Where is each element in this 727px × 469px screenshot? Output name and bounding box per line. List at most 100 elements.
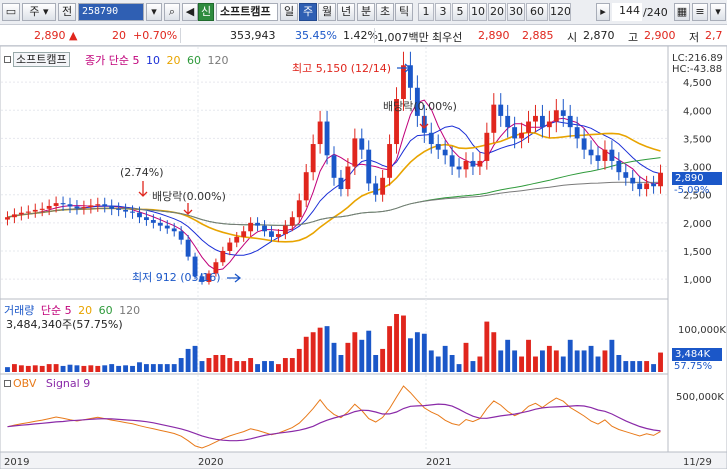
interval-10-button[interactable]: 10	[469, 3, 487, 21]
candle-body	[227, 242, 233, 251]
volume-bar	[442, 345, 448, 372]
ma-legend-20: 20	[166, 54, 181, 67]
interval-20-button[interactable]: 20	[488, 3, 506, 21]
volume-bar	[150, 364, 156, 372]
count-total: /240	[643, 6, 668, 19]
period-day-button[interactable]: 일	[280, 3, 298, 21]
candle-body	[519, 132, 525, 139]
volume-bar	[428, 350, 434, 372]
stock-chart[interactable]: 4,500 4,000 3,500 3,000 2,500 2,000 1,500 1,000…	[0, 46, 727, 469]
volume-bar	[526, 339, 531, 372]
interval-5-button[interactable]: 5	[452, 3, 468, 21]
interval-120-button[interactable]: 120	[549, 3, 571, 21]
volume-current-pct: 57.75%	[674, 361, 713, 372]
candle-body	[401, 65, 406, 100]
volume-bar	[255, 364, 261, 372]
stock-name-field[interactable]: 소프트캠프	[216, 3, 278, 21]
current-price-tag: 2,890	[672, 172, 722, 185]
list-icon[interactable]: ≡	[692, 3, 708, 21]
volume-bar	[74, 365, 80, 372]
count-input[interactable]: 144	[612, 3, 642, 21]
period-week-button[interactable]: 주	[299, 3, 317, 21]
interval-30-button[interactable]: 30	[507, 3, 525, 21]
period-year-button[interactable]: 년	[337, 3, 355, 21]
candle-body	[595, 155, 601, 161]
volume-bar	[109, 364, 115, 372]
candle-body	[449, 155, 455, 167]
volume-bar	[505, 339, 511, 372]
candle-body	[533, 115, 538, 122]
candle-body	[81, 207, 87, 209]
candle-body	[248, 222, 254, 232]
obv-box-icon	[4, 380, 11, 387]
obv-panel-bg	[0, 373, 669, 453]
change-value: 20	[112, 29, 126, 42]
hc-label: HC:-43.88	[672, 64, 722, 75]
candle-body	[185, 239, 191, 257]
obv-legend: OBV Signal 9	[4, 377, 90, 390]
volume-bar	[366, 330, 372, 372]
grid-icon[interactable]: ▦	[674, 3, 690, 21]
settings-icon[interactable]: ▾	[710, 3, 726, 21]
candle-body	[435, 144, 441, 150]
volume-bar	[192, 345, 198, 372]
volume-bar	[32, 365, 38, 372]
volume-bar	[519, 356, 525, 372]
period-second-button[interactable]: 초	[376, 3, 394, 21]
count-scroll-icon[interactable]: ▸	[596, 3, 610, 21]
open-price: 2,870	[583, 29, 615, 42]
candle-body	[658, 172, 663, 187]
candle-body	[539, 115, 545, 128]
interval-60-button[interactable]: 60	[526, 3, 548, 21]
period-minute-button[interactable]: 분	[357, 3, 375, 21]
chart-canvas[interactable]: 4,5004,0003,5003,0002,5002,0001,5001,000…	[0, 46, 727, 469]
volume-bar	[456, 364, 462, 372]
volume-bar	[414, 332, 420, 372]
period-tick-button[interactable]: 틱	[395, 3, 413, 21]
low-price: 2,7	[705, 29, 723, 42]
ma-legend-120: 120	[207, 54, 229, 67]
volume-bar	[477, 356, 483, 372]
candle-body	[143, 217, 149, 221]
volume-bar	[637, 361, 643, 372]
dropdown-icon[interactable]: ▾	[146, 3, 162, 21]
candle-body	[317, 121, 323, 145]
candle-body	[102, 204, 108, 206]
search-icon[interactable]: ⌕	[164, 3, 180, 21]
volume-bar	[60, 365, 66, 372]
ma-legend-10: 10	[145, 54, 160, 67]
interval-1-button[interactable]: 1	[418, 3, 434, 21]
sound-icon[interactable]: ◀	[182, 3, 198, 21]
jeon-button[interactable]: 전	[58, 3, 76, 21]
volume-bar	[512, 350, 518, 372]
interval-3-button[interactable]: 3	[435, 3, 451, 21]
candle-body	[310, 144, 316, 173]
date-label-2019: 2019	[4, 457, 29, 468]
volume-bar	[11, 364, 17, 372]
candle-body	[352, 138, 358, 167]
volume-bar	[331, 342, 337, 372]
volume-bar	[553, 350, 559, 372]
candle-body	[88, 205, 94, 208]
candle-body	[484, 132, 490, 161]
volume-bar	[373, 354, 379, 372]
candle-body	[512, 127, 518, 139]
stock-chip[interactable]: 소프트캠프	[4, 51, 70, 67]
volume-bar	[199, 361, 205, 372]
volume-bar	[352, 332, 358, 372]
chart-type-icon[interactable]: ▭	[2, 3, 20, 21]
best-bid: 2,885	[522, 29, 554, 42]
volume-bar	[164, 364, 170, 372]
volume-bar	[387, 326, 393, 372]
market-type-select[interactable]: 주 ▾	[22, 3, 56, 21]
turnover-rate: 35.45%	[295, 29, 337, 42]
stock-code-input[interactable]: 258790	[78, 3, 144, 21]
candle-body	[109, 205, 115, 209]
candle-body	[95, 204, 101, 206]
volume-bar	[102, 365, 108, 372]
sin-button[interactable]: 신	[198, 3, 214, 21]
candle-body	[623, 172, 629, 178]
volume-bar	[137, 362, 142, 372]
ma-legend-5: 5	[132, 54, 140, 67]
period-month-button[interactable]: 월	[318, 3, 336, 21]
